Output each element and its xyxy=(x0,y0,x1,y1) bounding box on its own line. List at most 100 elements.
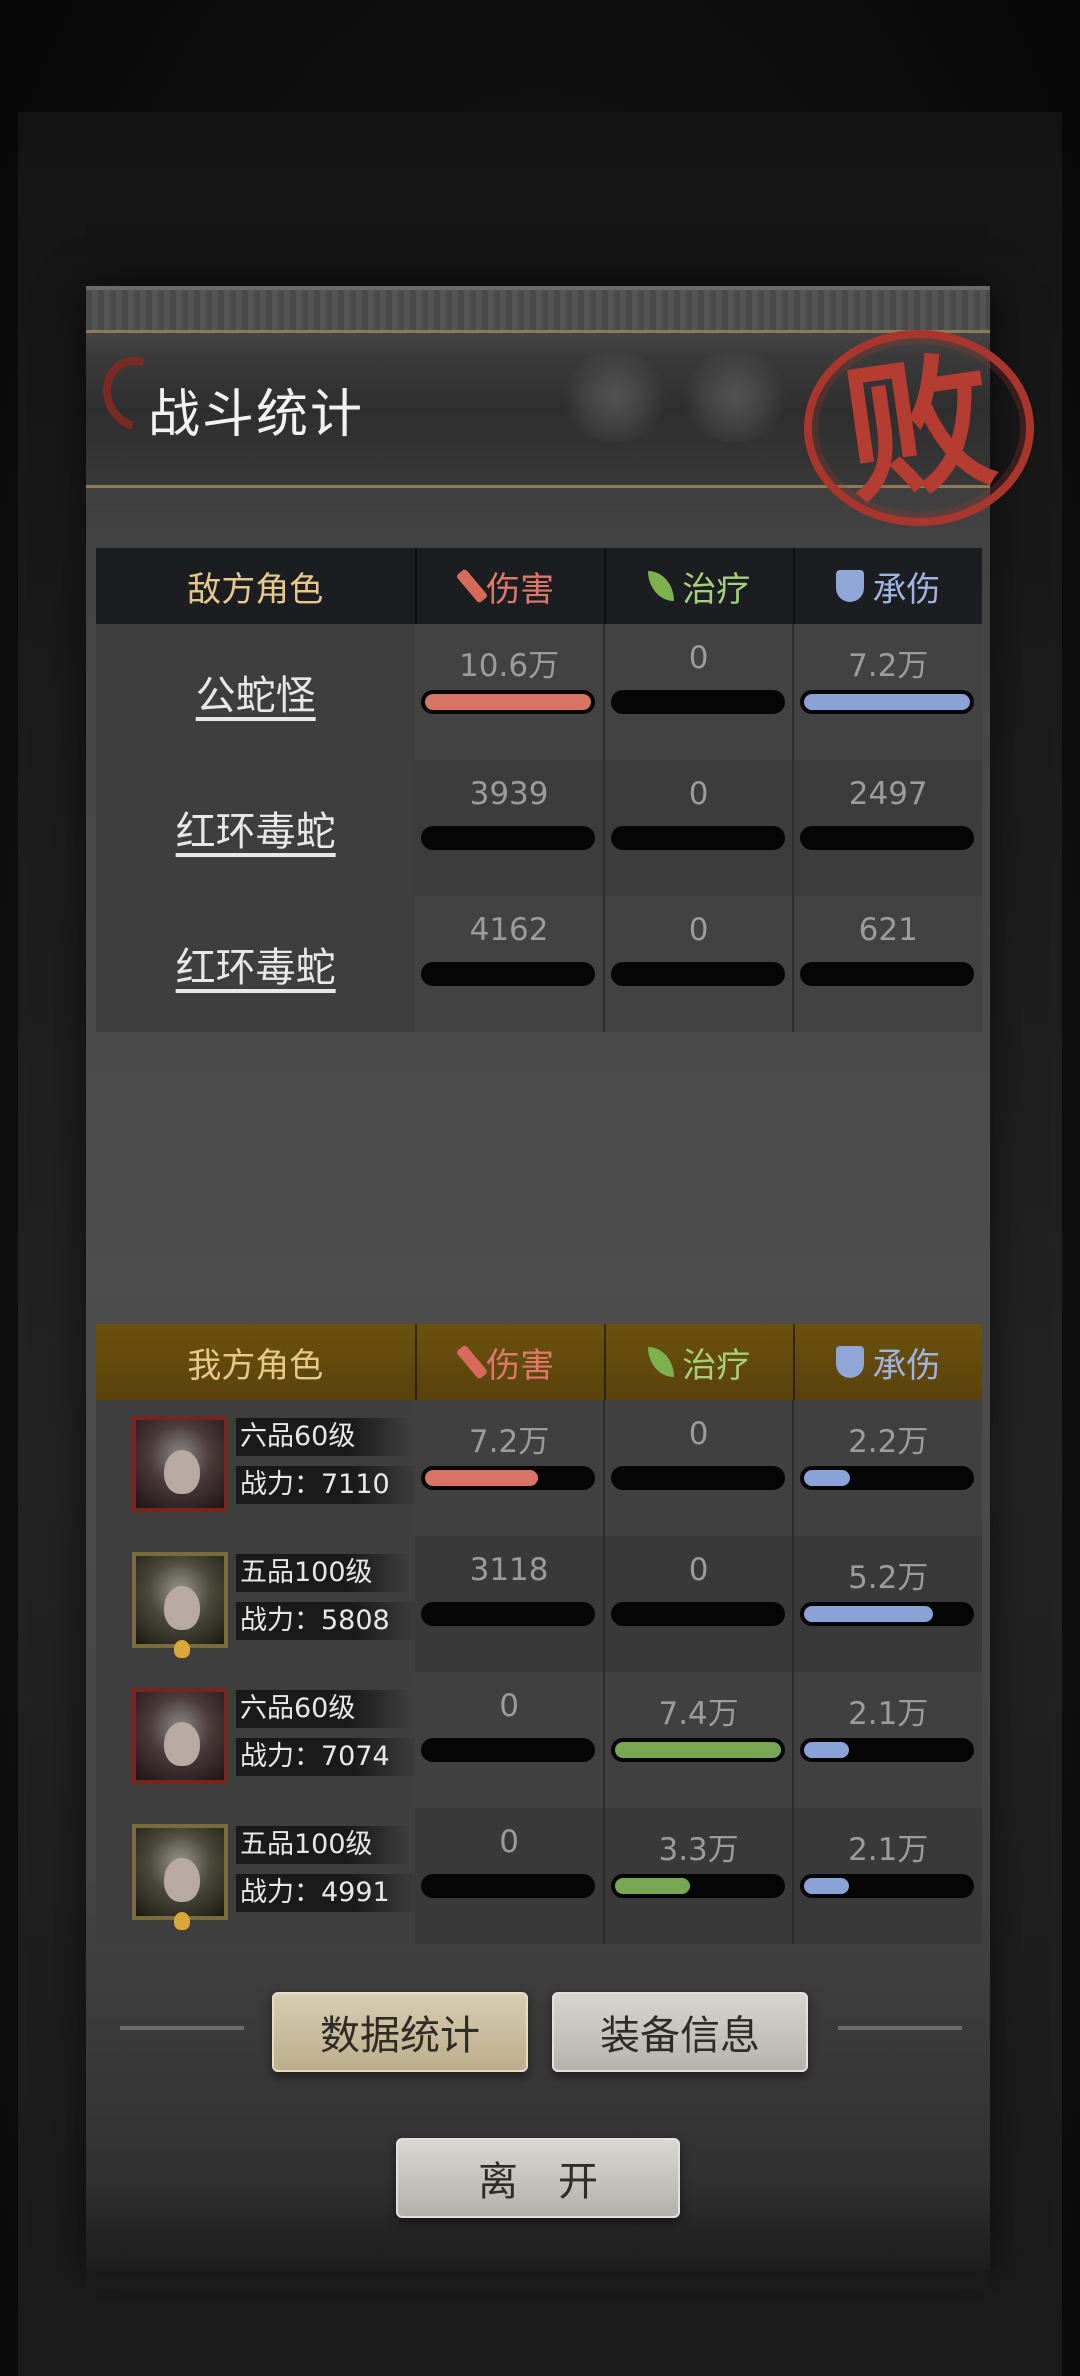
page-title: 战斗统计 xyxy=(148,385,365,445)
tank-value: 2.1万 xyxy=(848,1696,929,1732)
tank-bar xyxy=(800,826,975,850)
heal-bar xyxy=(610,826,785,850)
leaf-icon xyxy=(648,571,675,601)
heal-bar xyxy=(610,962,785,986)
tank-column-header[interactable]: 承伤 xyxy=(795,548,982,624)
enemy-table: 敌方角色 伤害 治疗 承伤 公蛇怪 10.6万 0 7.2万红环毒蛇 3939 0 2497… xyxy=(96,548,983,1032)
tank-cell: 2.1万 xyxy=(794,1672,983,1808)
shield-icon xyxy=(836,1346,865,1378)
shield-icon xyxy=(836,570,865,602)
heal-value: 0 xyxy=(688,912,709,948)
heal-cell: 0 xyxy=(604,760,795,896)
hero-power: 战力：7074 xyxy=(236,1738,418,1776)
tank-cell: 2.2万 xyxy=(794,1400,983,1536)
tank-value: 7.2万 xyxy=(848,648,929,684)
heal-bar xyxy=(610,690,785,714)
tank-header-label: 承伤 xyxy=(872,569,941,610)
hero-rank-level: 五品100级 xyxy=(236,1554,410,1592)
tank-bar xyxy=(800,690,975,714)
heal-value: 0 xyxy=(688,776,709,812)
heal-value: 0 xyxy=(688,1552,709,1588)
dmg-bar xyxy=(421,962,596,986)
heal-column-header[interactable]: 治疗 xyxy=(606,1324,795,1400)
dmg-cell: 0 xyxy=(415,1672,605,1808)
dmg-value: 3939 xyxy=(469,776,549,812)
heal-value: 0 xyxy=(688,1416,709,1452)
heal-bar-fill xyxy=(614,1878,690,1894)
hero-rank-level: 五品100级 xyxy=(236,1826,410,1864)
enemy-row: 公蛇怪 10.6万 0 7.2万 xyxy=(96,624,983,760)
hero-face xyxy=(164,1450,200,1494)
dmg-value: 0 xyxy=(499,1824,519,1860)
heal-cell: 7.4万 xyxy=(604,1672,795,1808)
tank-header-label: 承伤 xyxy=(872,1345,941,1386)
tank-column-header[interactable]: 承伤 xyxy=(795,1324,982,1400)
tank-value: 2497 xyxy=(848,776,928,812)
hero-rank-level: 六品60级 xyxy=(236,1690,410,1728)
tank-bar-fill xyxy=(804,1470,851,1486)
enemy-row: 红环毒蛇 3939 0 2497 xyxy=(96,760,983,896)
tank-bar xyxy=(800,1738,975,1762)
leave-button[interactable]: 离开 xyxy=(396,2138,680,2218)
enemy-name-cell: 红环毒蛇 xyxy=(96,896,416,1032)
hero-face xyxy=(164,1858,200,1902)
dmg-value: 7.2万 xyxy=(468,1424,550,1460)
tank-bar xyxy=(800,1466,975,1490)
tank-bar xyxy=(800,1602,975,1626)
hero-portrait[interactable] xyxy=(132,1552,228,1658)
heal-header-label: 治疗 xyxy=(682,569,751,610)
tank-cell: 7.2万 xyxy=(794,624,983,760)
cloud-ornament xyxy=(560,352,670,442)
tank-bar-fill xyxy=(804,1878,850,1894)
defeat-stamp: 败 xyxy=(804,330,1034,526)
ally-table-header: 我方角色 伤害 治疗 承伤 xyxy=(96,1324,982,1400)
ally-info-cell: 五品100级 战力：4991 xyxy=(96,1808,418,1944)
dmg-value: 10.6万 xyxy=(459,648,560,684)
divider-left xyxy=(120,2026,244,2030)
enemy-name-link[interactable]: 红环毒蛇 xyxy=(176,935,336,993)
enemy-name-cell: 公蛇怪 xyxy=(96,624,416,760)
enemy-name-link[interactable]: 红环毒蛇 xyxy=(176,799,336,857)
ally-info-cell: 五品100级 战力：5808 xyxy=(96,1536,418,1672)
tank-value: 5.2万 xyxy=(848,1560,929,1596)
enemy-name-cell: 红环毒蛇 xyxy=(96,760,416,896)
hero-face xyxy=(164,1586,200,1630)
data-stats-button[interactable]: 数据统计 xyxy=(272,1992,528,2072)
enemy-row: 红环毒蛇 4162 0 621 xyxy=(96,896,983,1032)
damage-column-header[interactable]: 伤害 xyxy=(417,548,606,624)
hero-portrait[interactable] xyxy=(132,1688,228,1784)
hero-power: 战力：4991 xyxy=(236,1874,418,1912)
tank-cell: 2497 xyxy=(794,760,983,896)
enemy-name-link[interactable]: 公蛇怪 xyxy=(196,663,316,721)
ally-row: 六品60级 战力：7110 7.2万 0 2.2万 xyxy=(96,1400,983,1536)
tank-bar-fill xyxy=(804,1606,934,1622)
enemy-table-header: 敌方角色 伤害 治疗 承伤 xyxy=(96,548,982,624)
damage-column-header[interactable]: 伤害 xyxy=(417,1324,606,1400)
hero-power: 战力：5808 xyxy=(236,1602,418,1640)
dmg-bar xyxy=(421,1466,596,1490)
heal-cell: 0 xyxy=(604,1536,795,1672)
heal-cell: 0 xyxy=(604,624,795,760)
divider-right xyxy=(838,2026,962,2030)
tank-value: 2.1万 xyxy=(848,1832,929,1868)
ally-info-cell: 六品60级战力：7074 xyxy=(96,1672,418,1808)
equipment-info-button[interactable]: 装备信息 xyxy=(552,1992,808,2072)
tank-cell: 2.1万 xyxy=(794,1808,983,1944)
leaf-icon xyxy=(648,1347,675,1377)
defeat-stamp-text: 败 xyxy=(833,331,1005,525)
dmg-cell: 10.6万 xyxy=(415,624,605,760)
heal-bar xyxy=(610,1602,785,1626)
dmg-cell: 3118 xyxy=(415,1536,605,1672)
dmg-bar xyxy=(421,1602,596,1626)
heal-bar-fill xyxy=(614,1742,781,1758)
ally-row: 五品100级 战力：5808 3118 0 5.2万 xyxy=(96,1536,983,1672)
hero-portrait[interactable] xyxy=(132,1824,228,1930)
damage-header-label: 伤害 xyxy=(486,569,555,610)
heal-bar xyxy=(610,1466,785,1490)
tank-bar-fill xyxy=(804,1742,850,1758)
heal-cell: 0 xyxy=(604,896,795,1032)
heal-column-header[interactable]: 治疗 xyxy=(606,548,795,624)
ally-row: 五品100级 战力：4991 0 3.3万 2.1万 xyxy=(96,1808,983,1944)
tank-cell: 621 xyxy=(794,896,983,1032)
hero-portrait[interactable] xyxy=(132,1416,228,1512)
